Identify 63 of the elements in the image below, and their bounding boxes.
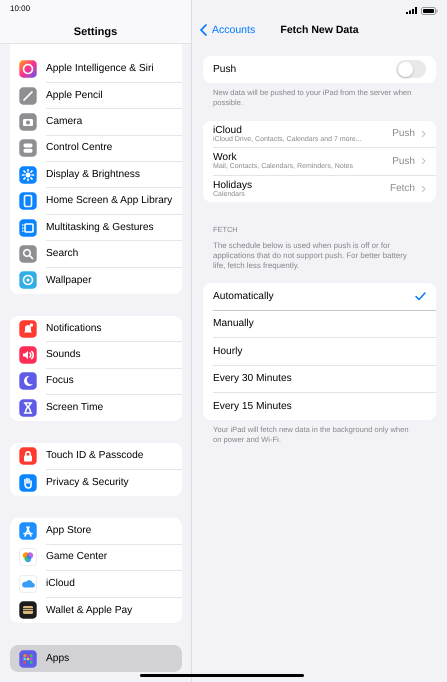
camera-icon [19,112,37,131]
push-toggle[interactable] [396,60,426,78]
sidebar-item[interactable]: Multitasking & Gestures [10,214,182,241]
page-title: Fetch New Data [280,24,359,36]
sidebar-item[interactable]: Apple Pencil [10,82,182,109]
moon-icon [19,372,37,390]
tools-icon [19,522,37,540]
back-button[interactable]: Accounts [200,24,256,36]
sidebar-item[interactable]: Search [10,240,182,268]
bubbles-icon [19,548,37,566]
toggle-icon [19,139,37,158]
account-name: iCloud [213,124,242,136]
push-label: Push [213,64,236,75]
sidebar-item[interactable]: Camera [10,108,182,136]
account-value: Fetch [390,183,415,194]
signal-icon [406,7,418,14]
sidebar-item[interactable]: Wallpaper [10,267,182,294]
chevron-icon [421,184,426,193]
wallet-icon [19,601,37,620]
sidebar-item[interactable]: Sounds [10,342,182,368]
sidebar-item[interactable]: Privacy & Security [10,469,182,496]
flower-icon [19,271,37,290]
sidebar-item[interactable]: Control Centre [10,135,182,162]
hand-icon [19,474,37,492]
sidebar-item[interactable]: Game Center [10,544,182,571]
account-value: Push [392,128,415,140]
sidebar-item[interactable]: Focus [10,368,182,395]
sidebar-item[interactable]: iCloud [10,570,182,598]
option-row[interactable]: Automatically [213,283,436,310]
lock-icon [19,447,37,466]
sparkle-icon [19,60,37,78]
window-icon [19,218,37,237]
sidebar-item[interactable]: Notifications [10,316,182,342]
account-value: Push [392,156,415,167]
sidebar-item[interactable]: Apps [10,645,182,672]
sidebar-title: Settings [74,26,118,38]
sidebar-item[interactable]: Wallet & Apple Pay [10,597,182,624]
hourglass-icon [19,398,37,417]
status-time: 10:00 [9,3,30,13]
speaker-icon [19,346,37,364]
sidebar-item[interactable]: Display & Brightness [10,162,182,188]
chevron-icon [200,24,207,36]
pencil-icon [19,86,37,105]
sidebar-item[interactable]: Home Screen & App Library [10,188,182,214]
option-row[interactable]: Every 30 Minutes [213,366,436,393]
bell-icon [19,320,37,338]
sidebar-item[interactable]: Touch ID & Passcode [10,443,182,470]
account-name: Holidays [213,180,254,191]
grid-icon [19,650,37,668]
sidebar-item[interactable]: Apple Intelligence & Siri [10,56,182,82]
search-icon [19,244,37,263]
cloud-icon [19,574,37,593]
option-row[interactable]: Hourly [213,338,436,366]
battery-icon [421,6,438,14]
chevron-icon [421,130,426,138]
sidebar-item[interactable]: Screen Time [10,394,182,422]
chevron-icon [421,157,426,166]
option-row[interactable]: Every 15 Minutes [213,393,436,420]
sun-icon [19,166,37,184]
sidebar-item[interactable]: App Store [10,518,182,544]
option-row[interactable]: Manually [213,310,436,338]
phone-icon [19,192,37,210]
account-name: Work [213,152,237,164]
